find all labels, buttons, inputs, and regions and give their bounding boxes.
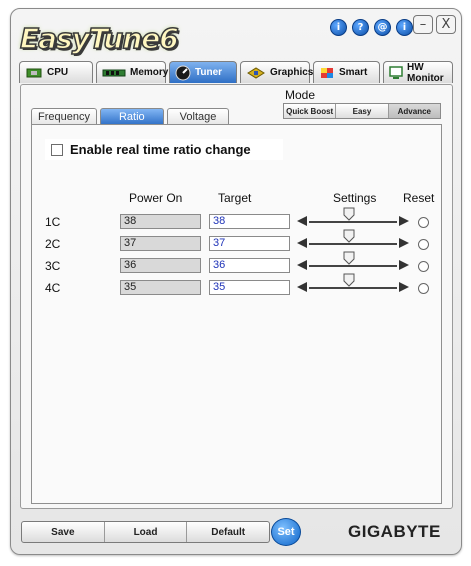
main-tab-bar: CPU Memory Tuner Graphics Smart HW Monit… xyxy=(19,61,456,84)
header-target: Target xyxy=(218,191,252,205)
slider-track xyxy=(309,265,397,267)
mode-advance-button[interactable]: Advance xyxy=(388,104,440,118)
ratio-slider-4c[interactable] xyxy=(297,273,411,298)
enable-realtime-checkbox[interactable] xyxy=(51,143,63,156)
slider-right-arrow-icon[interactable] xyxy=(399,282,409,292)
email-icon[interactable]: @ xyxy=(374,19,391,36)
bottom-action-bar: Save Load Default xyxy=(21,521,270,543)
target-input-1c[interactable]: 38 xyxy=(209,214,290,229)
mode-easy-button[interactable]: Easy xyxy=(336,104,389,118)
tab-label: HW Monitor xyxy=(407,61,444,84)
target-input-3c[interactable]: 36 xyxy=(209,258,290,273)
graphics-card-icon xyxy=(246,66,266,79)
enable-realtime-row: Enable real time ratio change xyxy=(45,139,283,160)
row-label-3c: 3C xyxy=(45,259,61,273)
slider-left-arrow-icon[interactable] xyxy=(297,282,307,292)
slider-thumb[interactable] xyxy=(343,207,355,221)
mode-quick-boost-button[interactable]: Quick Boost xyxy=(284,104,337,118)
save-button[interactable]: Save xyxy=(22,522,105,542)
power-on-value-3c: 36 xyxy=(120,258,201,273)
header-reset: Reset xyxy=(403,191,435,205)
title-icon-group: i ? @ i xyxy=(330,19,413,36)
slider-right-arrow-icon[interactable] xyxy=(399,216,409,226)
power-on-value-4c: 35 xyxy=(120,280,201,295)
power-on-value-2c: 37 xyxy=(120,236,201,251)
slider-thumb[interactable] xyxy=(343,273,355,287)
gigabyte-logo: GIGABYTE xyxy=(348,522,441,541)
close-button[interactable]: X xyxy=(436,15,456,34)
default-button[interactable]: Default xyxy=(187,522,269,542)
tab-ratio[interactable]: Ratio xyxy=(99,108,164,125)
app-logo-text: EasyTune6 xyxy=(19,21,179,56)
row-label-1c: 1C xyxy=(45,215,61,229)
slider-left-arrow-icon[interactable] xyxy=(297,216,307,226)
tab-label: Smart xyxy=(339,67,368,78)
mode-selector: Quick Boost Easy Advance xyxy=(283,103,441,119)
smart-cube-icon xyxy=(319,66,335,80)
slider-thumb[interactable] xyxy=(343,229,355,243)
target-input-4c[interactable]: 35 xyxy=(209,280,290,295)
slider-track xyxy=(309,221,397,223)
tab-voltage[interactable]: Voltage xyxy=(166,108,230,125)
header-power-on: Power On xyxy=(129,191,183,205)
tab-tuner[interactable]: Tuner xyxy=(169,61,237,83)
info-icon[interactable]: i xyxy=(330,19,347,36)
memory-stick-icon xyxy=(102,67,126,79)
tab-cpu[interactable]: CPU xyxy=(19,61,93,83)
tab-label: Graphics xyxy=(270,67,314,78)
about-icon[interactable]: i xyxy=(396,19,413,36)
reset-radio-4c[interactable] xyxy=(418,283,429,294)
tab-graphics[interactable]: Graphics xyxy=(240,61,314,83)
app-logo: EasyTune6 xyxy=(10,10,179,56)
slider-right-arrow-icon[interactable] xyxy=(399,260,409,270)
slider-left-arrow-icon[interactable] xyxy=(297,238,307,248)
tab-label: Memory xyxy=(130,67,169,78)
help-icon[interactable]: ? xyxy=(352,19,369,36)
tab-memory[interactable]: Memory xyxy=(96,61,169,83)
set-button[interactable]: Set xyxy=(271,518,301,546)
tab-label: CPU xyxy=(47,67,69,78)
cpu-chip-icon xyxy=(25,67,43,79)
sub-tab-bar: Frequency Ratio Voltage xyxy=(31,108,232,125)
tab-label: Tuner xyxy=(195,67,223,78)
tab-hw-monitor[interactable]: HW Monitor xyxy=(383,61,453,84)
hw-monitor-icon xyxy=(389,65,403,80)
minimize-button[interactable]: – xyxy=(413,15,433,34)
target-input-2c[interactable]: 37 xyxy=(209,236,290,251)
tab-smart[interactable]: Smart xyxy=(313,61,380,83)
row-label-2c: 2C xyxy=(45,237,61,251)
slider-track xyxy=(309,243,397,245)
tab-frequency[interactable]: Frequency xyxy=(31,108,97,125)
reset-radio-2c[interactable] xyxy=(418,239,429,250)
slider-left-arrow-icon[interactable] xyxy=(297,260,307,270)
enable-realtime-label: Enable real time ratio change xyxy=(70,142,251,157)
slider-thumb[interactable] xyxy=(343,251,355,265)
reset-radio-1c[interactable] xyxy=(418,217,429,228)
ratio-panel xyxy=(31,124,442,504)
load-button[interactable]: Load xyxy=(105,522,188,542)
header-settings: Settings xyxy=(333,191,377,205)
reset-radio-3c[interactable] xyxy=(418,261,429,272)
mode-label: Mode xyxy=(285,88,316,102)
power-on-value-1c: 38 xyxy=(120,214,201,229)
tuner-gauge-icon xyxy=(175,65,191,81)
slider-right-arrow-icon[interactable] xyxy=(399,238,409,248)
slider-track xyxy=(309,287,397,289)
row-label-4c: 4C xyxy=(45,281,61,295)
